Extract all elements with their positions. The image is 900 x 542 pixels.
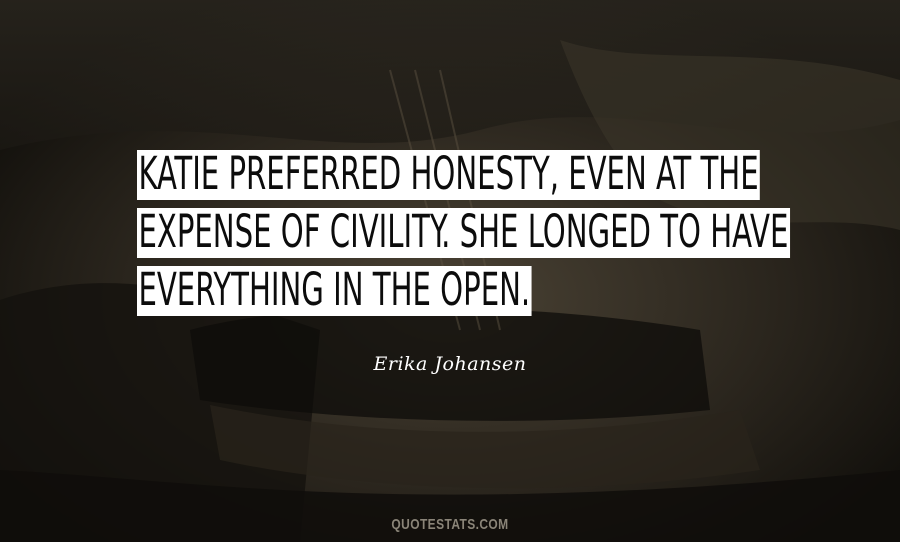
quote-line-text: EVERYTHING IN THE OPEN. <box>137 263 532 316</box>
quote-block: KATIE PREFERRED HONESTY, EVEN AT THE EXP… <box>137 150 790 324</box>
quote-author: Erika Johansen <box>373 353 527 375</box>
quote-line: EXPENSE OF CIVILITY. SHE LONGED TO HAVE <box>137 208 790 266</box>
quote-line: KATIE PREFERRED HONESTY, EVEN AT THE <box>137 150 777 208</box>
site-watermark: QUOTESTATS.COM <box>391 516 509 533</box>
quote-line: EVERYTHING IN THE OPEN. <box>137 266 777 324</box>
quote-line-text: KATIE PREFERRED HONESTY, EVEN AT THE <box>137 147 761 200</box>
quote-line-text: EXPENSE OF CIVILITY. SHE LONGED TO HAVE <box>137 205 790 258</box>
